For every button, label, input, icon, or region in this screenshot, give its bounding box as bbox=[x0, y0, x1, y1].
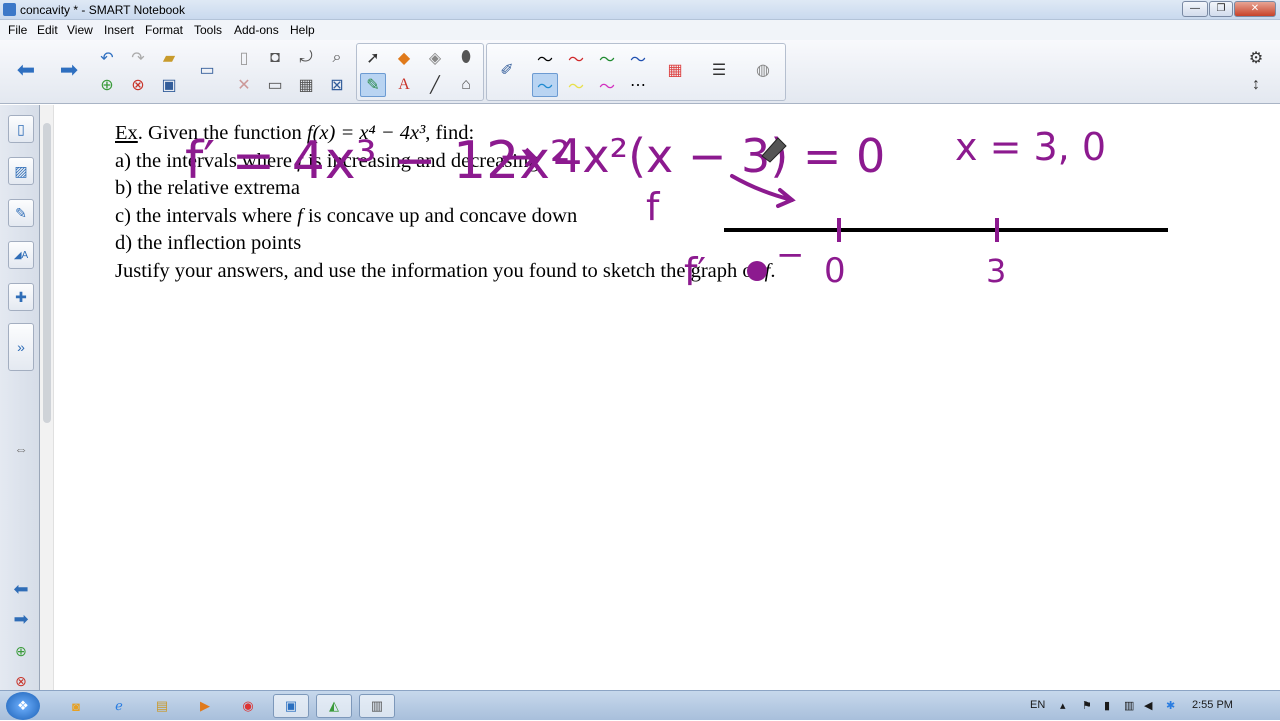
pen-icon[interactable]: ✎ bbox=[360, 73, 386, 97]
volume-icon[interactable]: ◀ bbox=[1144, 699, 1152, 712]
title-bar: concavity * - SMART Notebook — ❐ ✕ bbox=[0, 0, 1280, 20]
taskbar-ie-icon[interactable]: ℯ bbox=[101, 694, 137, 718]
transparency-icon[interactable]: ◍ bbox=[750, 58, 776, 82]
taskbar-smart-tools-icon[interactable]: ◭ bbox=[316, 694, 352, 718]
menu-add-ons[interactable]: Add-ons bbox=[234, 23, 279, 37]
open-file-icon[interactable]: ▰ bbox=[156, 46, 182, 70]
sidebar-previous-icon[interactable]: ⬅ bbox=[8, 575, 34, 603]
fill-icon[interactable]: ⬮ bbox=[453, 46, 479, 70]
minimize-button[interactable]: — bbox=[1182, 1, 1208, 17]
creative-pen-icon[interactable]: ⌂ bbox=[453, 73, 479, 97]
taskbar-folder-icon[interactable]: ▤ bbox=[144, 694, 180, 718]
window-title: concavity * - SMART Notebook bbox=[20, 3, 185, 17]
pen-style-yellow-icon[interactable]: 〜 bbox=[563, 73, 589, 97]
taskbar-media-icon[interactable]: ▶ bbox=[187, 694, 223, 718]
move-toolbar-icon[interactable]: ↕ bbox=[1243, 73, 1269, 97]
pen-style-blue-icon[interactable]: 〜 bbox=[625, 46, 651, 70]
line-icon[interactable]: ╱ bbox=[422, 73, 448, 97]
tray-expand-icon[interactable]: ▴ bbox=[1060, 699, 1066, 712]
bluetooth-icon[interactable]: ✱ bbox=[1166, 699, 1175, 712]
menu-tools[interactable]: Tools bbox=[194, 23, 222, 37]
menu-help[interactable]: Help bbox=[290, 23, 315, 37]
taskbar-app-icon[interactable]: ▥ bbox=[359, 694, 395, 718]
line-width-icon[interactable]: ☰ bbox=[706, 58, 732, 82]
save-icon[interactable]: ▣ bbox=[156, 73, 182, 97]
battery-icon[interactable]: ▮ bbox=[1104, 699, 1110, 712]
pen-style-highlight-icon[interactable]: 〜 bbox=[532, 73, 558, 97]
page-sorter-icon[interactable]: ▯ bbox=[8, 115, 34, 143]
function-expression: f(x) = x⁴ − 4x³ bbox=[306, 122, 426, 144]
delete-page-icon[interactable]: ⊗ bbox=[125, 73, 151, 97]
sidebar-next-icon[interactable]: ➡ bbox=[8, 605, 34, 633]
previous-page-icon[interactable]: ⬅ bbox=[13, 57, 39, 82]
problem-intro: Ex. Given the function f(x) = x⁴ − 4x³, … bbox=[115, 120, 775, 148]
color-palette-icon[interactable]: ▦ bbox=[662, 58, 688, 82]
select-arrow-icon[interactable]: ➚ bbox=[360, 46, 386, 70]
action-center-icon[interactable]: ⚑ bbox=[1082, 699, 1092, 712]
menu-format[interactable]: Format bbox=[145, 23, 183, 37]
eraser-icon[interactable]: ◈ bbox=[422, 46, 448, 70]
menu-edit[interactable]: Edit bbox=[37, 23, 58, 37]
taskbar-outlook-icon[interactable]: ◙ bbox=[58, 694, 94, 718]
system-tray: EN ▴ ⚑ ▮ ▥ ◀ ✱ 2:55 PM bbox=[1020, 691, 1280, 721]
screen-capture-icon[interactable]: ◘ bbox=[262, 46, 288, 70]
find-text: , find: bbox=[425, 122, 475, 144]
given-text: . Given the function bbox=[137, 122, 307, 144]
pen-style-magenta-icon[interactable]: 〜 bbox=[594, 73, 620, 97]
add-page-icon[interactable]: ⊕ bbox=[94, 73, 120, 97]
settings-gear-icon[interactable]: ⚙ bbox=[1243, 46, 1269, 70]
taskbar: ❖ ◙ ℯ ▤ ▶ ◉ ▣ ◭ ▥ EN ▴ ⚑ ▮ ▥ ◀ ✱ 2:55 PM bbox=[0, 690, 1280, 720]
add-ons-icon[interactable]: ✚ bbox=[8, 283, 34, 311]
clock[interactable]: 2:55 PM bbox=[1192, 699, 1233, 711]
display-screen-icon[interactable]: ▭ bbox=[194, 58, 220, 82]
next-page-icon[interactable]: ➡ bbox=[56, 57, 82, 82]
part-d: d) the inflection points bbox=[115, 232, 302, 255]
justify-line: Justify your answers, and use the inform… bbox=[115, 259, 776, 282]
menu-insert[interactable]: Insert bbox=[104, 23, 134, 37]
scrollbar-thumb[interactable] bbox=[43, 123, 51, 423]
ex-label: Ex bbox=[115, 122, 138, 144]
pen-style-red-icon[interactable]: 〜 bbox=[563, 46, 589, 70]
screen-shade-icon[interactable]: ⤾ bbox=[293, 46, 319, 70]
undo-icon[interactable]: ↶ bbox=[94, 46, 120, 70]
delete-icon[interactable]: ✕ bbox=[231, 73, 257, 97]
table-icon[interactable]: ▦ bbox=[293, 73, 319, 97]
menu-file[interactable]: File bbox=[8, 23, 27, 37]
smart-notebook-icon bbox=[3, 3, 16, 16]
collapse-tabs-icon[interactable]: » bbox=[8, 323, 34, 371]
taskbar-chrome-icon[interactable]: ◉ bbox=[230, 694, 266, 718]
problem-text: Ex. Given the function f(x) = x⁴ − 4x³, … bbox=[115, 120, 775, 286]
pen-type-icon[interactable]: ✐ bbox=[494, 58, 520, 82]
pen-style-black-icon[interactable]: 〜 bbox=[532, 46, 558, 70]
language-indicator[interactable]: EN bbox=[1030, 699, 1045, 711]
part-c: c) the intervals where f is concave up a… bbox=[115, 204, 578, 227]
part-a: a) the intervals where f is increasing a… bbox=[115, 149, 539, 172]
properties-icon[interactable]: ◢A bbox=[8, 241, 34, 269]
close-button[interactable]: ✕ bbox=[1234, 1, 1276, 17]
side-tabs: ▯ ▨ ✎ ◢A ✚ » ⇔ ⬅ ➡ ⊕ ⊗ bbox=[0, 105, 40, 690]
shapes-icon[interactable]: ◆ bbox=[391, 46, 417, 70]
sidebar-add-page-icon[interactable]: ⊕ bbox=[8, 637, 34, 665]
full-screen-icon[interactable]: ▭ bbox=[262, 73, 288, 97]
maximize-button[interactable]: ❐ bbox=[1209, 1, 1233, 17]
start-button-icon[interactable]: ❖ bbox=[6, 692, 40, 720]
gallery-icon[interactable]: ▨ bbox=[8, 157, 34, 185]
menu-view[interactable]: View bbox=[67, 23, 93, 37]
attachments-icon[interactable]: ✎ bbox=[8, 199, 34, 227]
taskbar-smart-notebook-icon[interactable]: ▣ bbox=[273, 694, 309, 718]
pen-style-dashed-icon[interactable]: ⋯ bbox=[625, 73, 651, 97]
text-icon[interactable]: A bbox=[391, 73, 417, 97]
redo-icon[interactable]: ↷ bbox=[125, 46, 151, 70]
part-b: b) the relative extrema bbox=[115, 177, 300, 200]
vertical-scrollbar[interactable] bbox=[40, 105, 54, 690]
pen-style-green-icon[interactable]: 〜 bbox=[594, 46, 620, 70]
network-icon[interactable]: ▥ bbox=[1124, 699, 1134, 712]
resize-handle-icon[interactable]: ⇔ bbox=[8, 435, 34, 463]
menu-bar: File Edit View Insert Format Tools Add-o… bbox=[0, 20, 1280, 40]
close-view-icon[interactable]: ⊠ bbox=[324, 73, 350, 97]
toolbar: ⬅ ➡ ↶ ↷ ▰ ⊕ ⊗ ▣ ▭ ▯ ◘ ⤾ ⌕ ✕ ▭ ▦ ⊠ ➚ ◆ ◈ … bbox=[0, 40, 1280, 104]
paste-icon[interactable]: ▯ bbox=[231, 46, 257, 70]
magnifier-icon[interactable]: ⌕ bbox=[324, 46, 350, 70]
